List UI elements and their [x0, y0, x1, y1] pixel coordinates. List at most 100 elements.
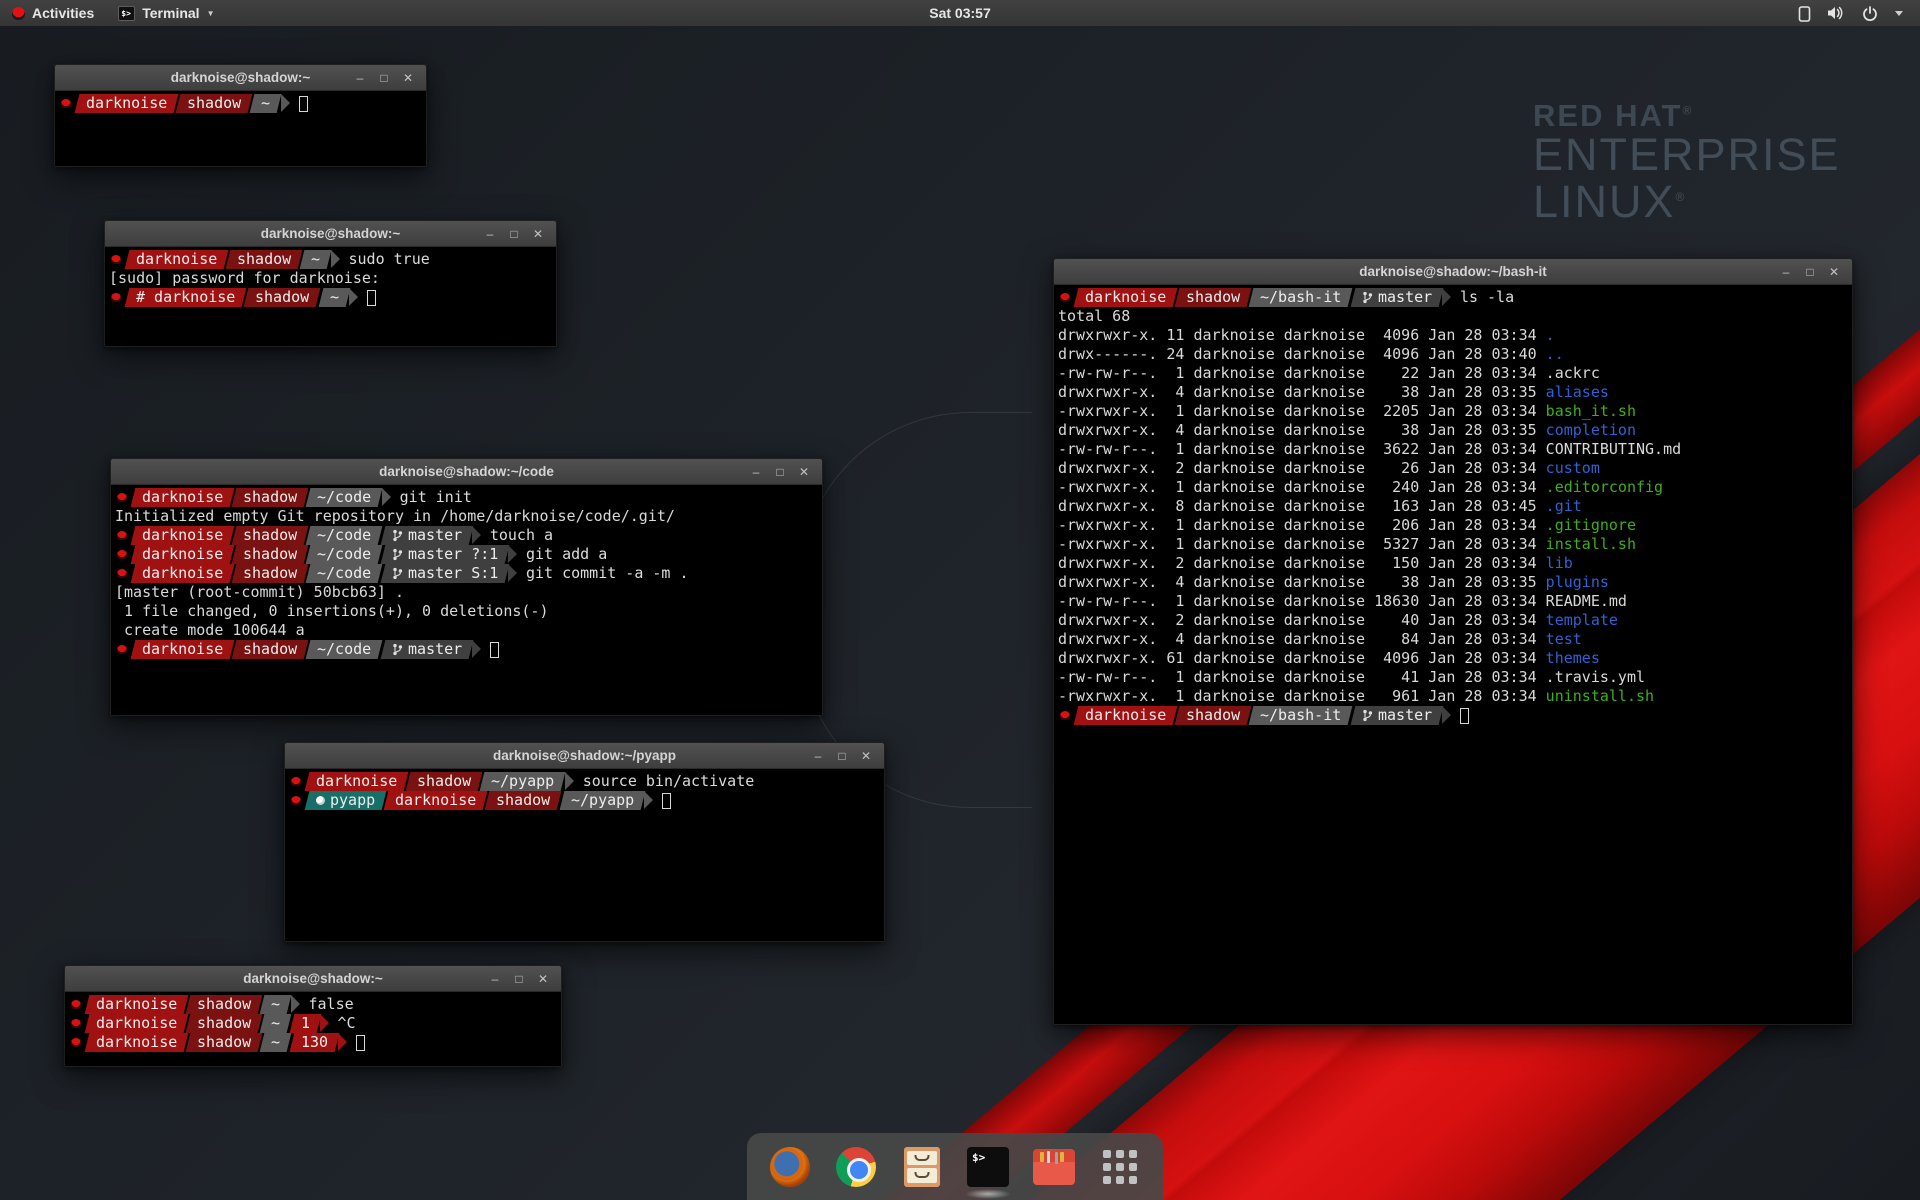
app-menu-label: Terminal: [142, 5, 199, 21]
maximize-button[interactable]: □: [832, 744, 852, 768]
prompt-segment-text: darknoise: [142, 526, 223, 545]
minimize-button[interactable]: –: [1776, 260, 1796, 284]
maximize-button[interactable]: □: [504, 222, 524, 246]
terminal-content[interactable]: darknoiseshadow~/pyappsource bin/activat…: [285, 769, 884, 941]
command-text: git add a: [526, 545, 607, 564]
terminal-window-bash-it[interactable]: darknoise@shadow:~/bash-it–□✕darknoisesh…: [1053, 258, 1853, 1025]
redhat-icon: [1060, 293, 1070, 302]
file-name: bash_it.sh: [1546, 402, 1636, 420]
close-button[interactable]: ✕: [533, 967, 553, 991]
prompt-segment-text: darknoise: [1085, 706, 1166, 725]
prompt-segment-text: ~/code: [317, 526, 371, 545]
close-button[interactable]: ✕: [528, 222, 548, 246]
clock[interactable]: Sat 03:57: [929, 5, 990, 21]
minimize-button[interactable]: –: [350, 66, 370, 90]
firefox-icon: [770, 1147, 810, 1187]
minimize-button[interactable]: –: [485, 967, 505, 991]
prompt-segment-text: 130: [301, 1033, 328, 1052]
close-button[interactable]: ✕: [398, 66, 418, 90]
prompt-segment-text: darknoise: [136, 250, 217, 269]
redhat-icon: [117, 645, 127, 654]
window-titlebar[interactable]: darknoise@shadow:~–□✕: [105, 221, 556, 247]
file-list-row: -rwxrwxr-x. 1 darknoise darknoise 2205 J…: [1058, 402, 1850, 421]
file-name: test: [1546, 630, 1582, 648]
file-name: template: [1546, 611, 1618, 629]
prompt-segment-git: master: [380, 526, 473, 545]
dock: $>: [747, 1133, 1163, 1200]
dock-item-files[interactable]: [901, 1146, 943, 1188]
dock-item-toolbox[interactable]: [1033, 1146, 1075, 1188]
prompt-segment-text: darknoise: [142, 545, 223, 564]
terminal-content[interactable]: darknoiseshadow~/bash-itmasterls -latota…: [1054, 285, 1852, 1024]
terminal-content[interactable]: darknoiseshadow~sudo true[sudo] password…: [105, 247, 556, 346]
file-list-row: drwxrwxr-x. 4 darknoise darknoise 38 Jan…: [1058, 383, 1850, 402]
prompt-segment-user: darknoise: [75, 94, 179, 113]
close-button[interactable]: ✕: [1824, 260, 1844, 284]
command-text: sudo true: [349, 250, 430, 269]
prompt-segment-text: darknoise: [142, 488, 223, 507]
prompt-segment-user: darknoise: [85, 1014, 189, 1033]
app-menu-terminal[interactable]: $> Terminal ▼: [106, 0, 226, 26]
prompt-segment-text: darknoise: [96, 1033, 177, 1052]
prompt-segment-path: ~: [260, 995, 292, 1014]
minimize-button[interactable]: –: [480, 222, 500, 246]
window-titlebar[interactable]: darknoise@shadow:~–□✕: [65, 966, 561, 992]
window-titlebar[interactable]: darknoise@shadow:~/code–□✕: [111, 459, 822, 485]
window-titlebar[interactable]: darknoise@shadow:~–□✕: [55, 65, 426, 91]
prompt-segment-text: ~: [330, 288, 339, 307]
prompt-segment-text: ~/bash-it: [1260, 706, 1341, 725]
file-list-row: -rwxrwxr-x. 1 darknoise darknoise 206 Ja…: [1058, 516, 1850, 535]
terminal-content[interactable]: darknoiseshadow~: [55, 91, 426, 166]
prompt-segment-path: ~/code: [306, 545, 383, 564]
terminal-window-pyapp[interactable]: darknoise@shadow:~/pyapp–□✕darknoiseshad…: [284, 742, 885, 942]
prompt-segment-text: ~/pyapp: [491, 772, 554, 791]
prompt-segment-text: ~/code: [317, 545, 371, 564]
prompt-segment-text: darknoise: [96, 1014, 177, 1033]
window-titlebar[interactable]: darknoise@shadow:~/pyapp–□✕: [285, 743, 884, 769]
prompt-segment-host: shadow: [485, 791, 562, 810]
terminal-content[interactable]: darknoiseshadow~falsedarknoiseshadow~1^C…: [65, 992, 561, 1066]
terminal-window-home-top[interactable]: darknoise@shadow:~–□✕darknoiseshadow~: [54, 64, 427, 167]
terminal-app-icon: $>: [118, 6, 135, 21]
maximize-button[interactable]: □: [509, 967, 529, 991]
prompt-segment-host: shadow: [186, 1033, 263, 1052]
dock-item-chrome[interactable]: [835, 1146, 877, 1188]
terminal-window-sudo[interactable]: darknoise@shadow:~–□✕darknoiseshadow~sud…: [104, 220, 557, 347]
dock-item-firefox[interactable]: [769, 1146, 811, 1188]
terminal-window-exit-codes[interactable]: darknoise@shadow:~–□✕darknoiseshadow~fal…: [64, 965, 562, 1067]
maximize-button[interactable]: □: [1800, 260, 1820, 284]
prompt-segment-git: master: [1350, 288, 1443, 307]
window-controls: –□✕: [808, 744, 884, 768]
terminal-output-line: Initialized empty Git repository in /hom…: [115, 507, 820, 526]
file-list-row: -rwxrwxr-x. 1 darknoise darknoise 240 Ja…: [1058, 478, 1850, 497]
window-titlebar[interactable]: darknoise@shadow:~/bash-it–□✕: [1054, 259, 1852, 285]
prompt-line: pyappdarknoiseshadow~/pyapp: [289, 791, 882, 810]
prompt-segment-path: ~/code: [306, 488, 383, 507]
file-list-row: -rw-rw-r--. 1 darknoise darknoise 3622 J…: [1058, 440, 1850, 459]
top-bar: Activities $> Terminal ▼ Sat 03:57: [0, 0, 1920, 26]
prompt-segment-path: ~/bash-it: [1249, 706, 1353, 725]
dock-item-terminal[interactable]: $>: [967, 1146, 1009, 1188]
redhat-icon: [61, 99, 71, 108]
activities-button[interactable]: Activities: [0, 0, 106, 26]
window-title: darknoise@shadow:~/code: [111, 464, 822, 479]
prompt-segment-git: master: [1350, 706, 1443, 725]
minimize-button[interactable]: –: [808, 744, 828, 768]
chevron-down-icon: ▼: [207, 9, 215, 18]
dock-item-app-grid[interactable]: [1099, 1146, 1141, 1188]
prompt-segment-text: pyapp: [316, 791, 375, 810]
file-name: .editorconfig: [1546, 478, 1663, 496]
terminal-content[interactable]: darknoiseshadow~/codegit initInitialized…: [111, 485, 822, 715]
close-button[interactable]: ✕: [856, 744, 876, 768]
window-controls: –□✕: [485, 967, 561, 991]
terminal-output-line: [master (root-commit) 50bcb63] .: [115, 583, 820, 602]
system-tray[interactable]: [1798, 5, 1920, 22]
maximize-button[interactable]: □: [770, 460, 790, 484]
redhat-icon: [71, 1019, 81, 1028]
prompt-segment-user: darknoise: [125, 250, 229, 269]
terminal-window-code[interactable]: darknoise@shadow:~/code–□✕ darknoise shado…: [110, 458, 823, 716]
maximize-button[interactable]: □: [374, 66, 394, 90]
minimize-button[interactable]: –: [746, 460, 766, 484]
close-button[interactable]: ✕: [794, 460, 814, 484]
prompt-segment-text: shadow: [243, 545, 297, 564]
